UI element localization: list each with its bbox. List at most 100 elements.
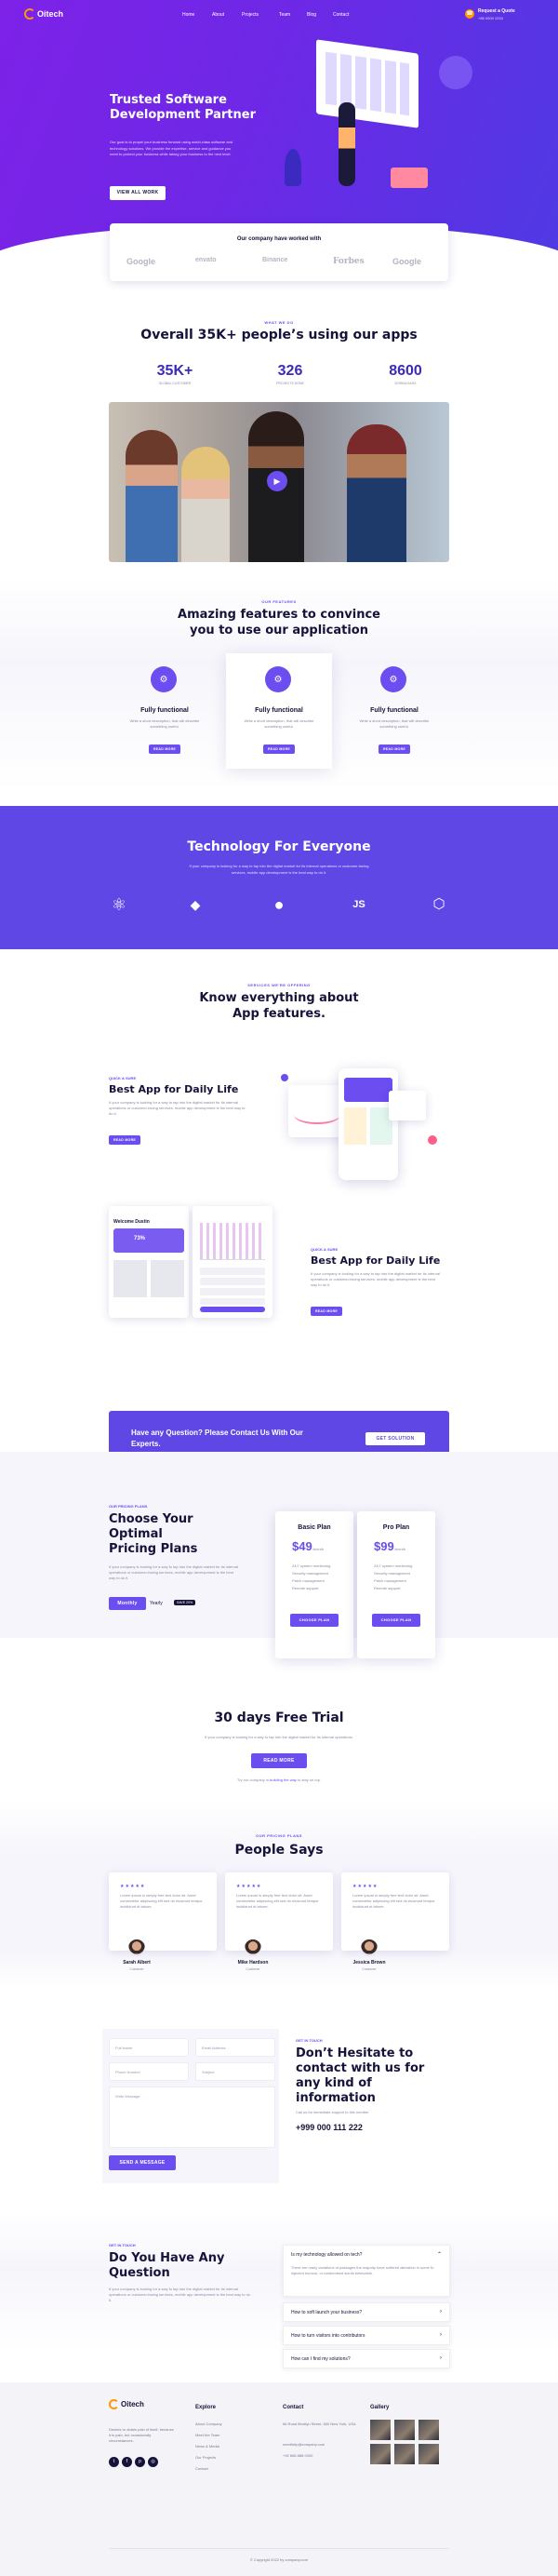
contact-info: GET IN TOUCH Don’t Hesitate to contact w… <box>296 2038 454 2132</box>
tech-text: If your company is looking for a way to … <box>189 864 369 875</box>
plan-price-value: $99 <box>374 1539 394 1553</box>
message-field[interactable]: Write Message <box>109 2086 275 2148</box>
nav-home[interactable]: Home <box>182 12 194 18</box>
trial-link-post: to stay on top. <box>296 1778 322 1782</box>
rating-stars-icon: ★★★★★ <box>352 1884 379 1889</box>
testimonials-tag: OUR PRICING PLANS <box>256 1833 302 1838</box>
plan-name: Pro Plan <box>382 1524 410 1531</box>
person-2-image <box>181 447 230 562</box>
plan-features: 24/7 system monitoring Security manageme… <box>374 1563 412 1591</box>
twitter-icon[interactable]: t <box>109 2457 119 2467</box>
name-field[interactable]: Full Name <box>109 2038 189 2057</box>
choose-plan-button[interactable]: CHOOSE PLAN <box>372 1614 420 1627</box>
phone-screen-right <box>193 1206 272 1318</box>
cta-text-line2: Experts. <box>131 1440 161 1448</box>
app-read-more-button[interactable]: READ MORE <box>109 1135 140 1145</box>
contact-phone[interactable]: +999 000 111 222 <box>296 2123 454 2132</box>
footer-link[interactable]: News & Media <box>195 2444 219 2449</box>
faq-item-open[interactable]: Is my technology allowed on tech? ⌃ Ther… <box>283 2245 450 2297</box>
trial-link[interactable]: building the way <box>270 1778 297 1782</box>
subject-field[interactable]: Subject <box>195 2062 275 2081</box>
nav-contact[interactable]: Contact <box>333 12 349 18</box>
team-video[interactable]: ▶ <box>109 402 449 562</box>
faq-item[interactable]: How can I find my solutions? › <box>283 2349 450 2368</box>
trial-read-more-button[interactable]: READ MORE <box>251 1753 307 1768</box>
quote-cta[interactable]: ☎ Request a Quote +88 0000 1234 <box>465 8 515 20</box>
testimonial-quote: Lorem ipsum is simply free text dolor si… <box>236 1893 319 1909</box>
pricing-tag: OUR PRICING PLANS <box>109 1504 148 1509</box>
get-solution-button[interactable]: GET SOLUTION <box>365 1432 425 1445</box>
phone-welcome: Welcome Dustin <box>113 1219 150 1225</box>
contact-tag: GET IN TOUCH <box>296 2038 323 2043</box>
plan-period: /month <box>393 1547 405 1551</box>
app-title: Know everything about App features. <box>0 990 558 1022</box>
nav-projects[interactable]: Projects <box>242 12 259 18</box>
footer-link[interactable]: Our Projects <box>195 2455 216 2460</box>
choose-plan-button[interactable]: CHOOSE PLAN <box>290 1614 339 1627</box>
gallery-image[interactable] <box>418 2420 439 2440</box>
nav-team[interactable]: Team <box>279 12 290 18</box>
toggle-monthly-button[interactable]: Monthly <box>109 1597 146 1610</box>
plan-feature: Security management <box>292 1571 328 1576</box>
pricing-intro: OUR PRICING PLANS Choose Your Optimal Pr… <box>109 1504 248 1610</box>
footer-contact-title: Contact <box>283 2405 304 2410</box>
feature-text: Write a short description, that will des… <box>244 718 314 729</box>
pinterest-icon[interactable]: p <box>135 2457 145 2467</box>
plant-icon <box>285 149 301 186</box>
footer-link[interactable]: About Company <box>195 2422 222 2426</box>
stat-downloads-label: DOWNLOADS <box>394 382 417 385</box>
phone-button-bar <box>200 1307 265 1312</box>
contact-text: Call us for immediate support to this nu… <box>296 2110 369 2114</box>
logo-mark-icon <box>24 8 35 20</box>
faq-title: Do You Have Any Question <box>109 2251 267 2281</box>
decor-circle-icon <box>439 56 472 89</box>
feature-read-more-button[interactable]: READ MORE <box>379 745 410 754</box>
stat-downloads-value: 8600 <box>389 363 422 379</box>
feature-read-more-button[interactable]: READ MORE <box>263 745 295 754</box>
partner-logo-google-2: Google <box>392 257 421 266</box>
footer-link[interactable]: Contact <box>195 2466 208 2471</box>
trial-text: If your company is looking for a way to … <box>205 1735 353 1739</box>
feature-read-more-button[interactable]: READ MORE <box>149 745 180 754</box>
instagram-icon[interactable]: ◎ <box>148 2457 158 2467</box>
faq-item[interactable]: How to turn visitors into contributors › <box>283 2326 450 2345</box>
feature-card-3: ⚙ Fully functional Write a short descrip… <box>341 653 447 769</box>
toggle-yearly-button[interactable]: Yearly <box>150 1601 163 1606</box>
phone-screen-left: Welcome Dustin 73% <box>109 1206 189 1318</box>
email-field[interactable]: Email Address <box>195 2038 275 2057</box>
pricing-title: Choose Your Optimal Pricing Plans <box>109 1512 248 1557</box>
footer-phone[interactable]: +92 666 888 0000 <box>283 2453 312 2458</box>
testimonial-role: Customer <box>362 1967 377 1971</box>
play-button-icon[interactable]: ▶ <box>267 471 287 491</box>
send-message-button[interactable]: SEND A MESSAGE <box>109 2155 176 2170</box>
footer-explore-title: Explore <box>195 2405 217 2410</box>
logo[interactable]: Oitech <box>24 8 63 20</box>
gallery-image[interactable] <box>370 2444 391 2464</box>
footer-logo-text: Oitech <box>121 2400 144 2408</box>
gallery-image[interactable] <box>418 2444 439 2464</box>
plan-features: 24/7 system monitoring Security manageme… <box>292 1563 330 1591</box>
plan-feature: Patch management <box>374 1578 406 1583</box>
view-work-button[interactable]: VIEW ALL WORK <box>110 186 166 200</box>
footer-email[interactable]: needhelp@company.com <box>283 2442 325 2447</box>
gallery-image[interactable] <box>394 2420 415 2440</box>
phone-header-bar <box>344 1078 392 1102</box>
cta-text-line1: Have any Question? Please Contact Us Wit… <box>131 1429 303 1437</box>
testimonial-quote: Lorem ipsum is simply free text dolor si… <box>352 1893 435 1909</box>
testimonial-quote: Lorem ipsum is simply free text dolor si… <box>120 1893 203 1909</box>
app-read-more-button[interactable]: READ MORE <box>311 1307 342 1316</box>
phone-field[interactable]: Phone Number <box>109 2062 189 2081</box>
app-block-title: Best App for Daily Life <box>109 1083 239 1095</box>
pricing-text: If your company is looking for a way to … <box>109 1564 238 1580</box>
nav-blog[interactable]: Blog <box>307 12 316 18</box>
nav-about[interactable]: About <box>212 12 224 18</box>
footer-logo[interactable]: Oitech <box>109 2399 144 2409</box>
footer-link[interactable]: Meet the Team <box>195 2433 219 2437</box>
phone-placeholder-block <box>113 1260 184 1297</box>
faq-text: If your company is looking for a way to … <box>109 2287 251 2302</box>
facebook-icon[interactable]: f <box>122 2457 132 2467</box>
list-rows <box>200 1268 265 1305</box>
gallery-image[interactable] <box>370 2420 391 2440</box>
gallery-image[interactable] <box>394 2444 415 2464</box>
faq-item[interactable]: How to soft launch your business? › <box>283 2302 450 2322</box>
